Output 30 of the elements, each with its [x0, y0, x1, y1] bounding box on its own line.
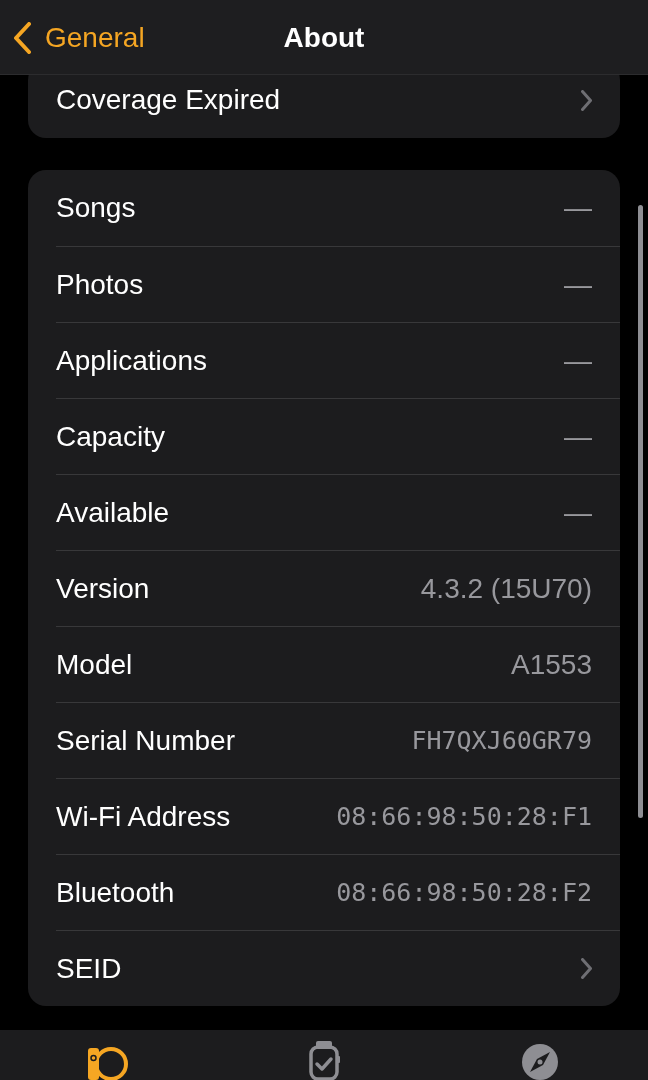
row-label: Bluetooth	[56, 875, 175, 910]
row-label[interactable]: SEID	[56, 951, 122, 986]
row-value: 08:66:98:50:28:F2	[336, 876, 592, 909]
back-button[interactable]: General	[14, 18, 145, 58]
row-value: 4.3.2 (15U70)	[420, 571, 592, 606]
row-label: Version	[56, 571, 150, 606]
row-label: Capacity	[56, 419, 165, 454]
row-label: Serial Number	[56, 723, 235, 758]
chevron-right-icon	[581, 958, 592, 979]
row-value: —	[564, 419, 592, 454]
row-value: FH7QXJ60GR79	[411, 724, 592, 757]
row-label: Available	[56, 495, 170, 530]
watch-check-icon[interactable]	[308, 1041, 340, 1080]
row-value: —	[564, 267, 592, 302]
chevron-right-icon	[581, 89, 592, 111]
row-label[interactable]: Coverage Expired	[56, 83, 281, 117]
chevron-left-icon	[14, 22, 31, 54]
compass-icon[interactable]	[522, 1044, 558, 1080]
row-label: Wi-Fi Address	[56, 799, 231, 834]
watch-icon[interactable]	[88, 1046, 128, 1080]
row-label: Applications	[56, 343, 207, 378]
row-value: A1553	[511, 647, 592, 682]
row-label: Model	[56, 647, 133, 682]
row-label: Songs	[56, 191, 136, 225]
row-value: —	[564, 191, 592, 225]
row-value: 08:66:98:50:28:F1	[336, 800, 592, 833]
row-value: —	[564, 495, 592, 530]
page-title: About	[283, 21, 365, 55]
row-value: —	[564, 343, 592, 378]
row-label: Photos	[56, 267, 144, 302]
